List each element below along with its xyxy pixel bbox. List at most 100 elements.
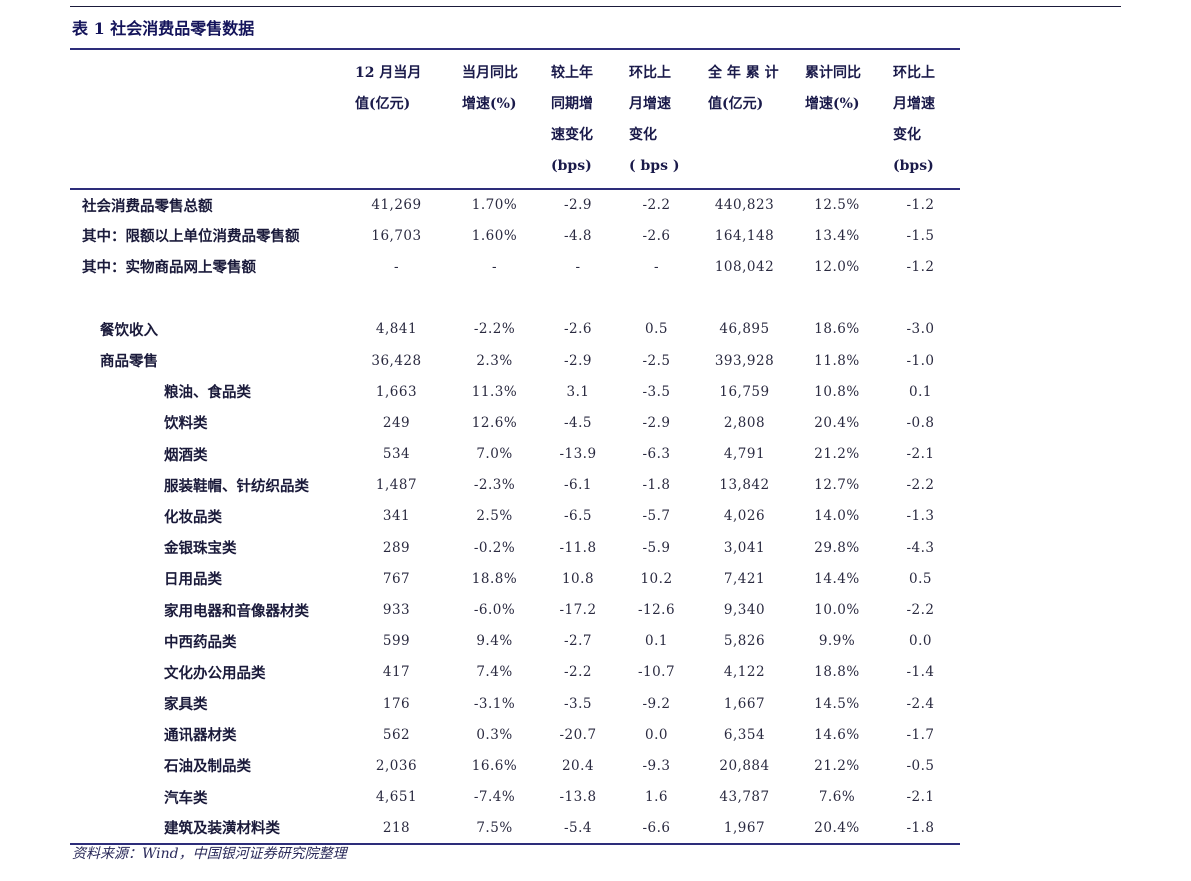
table-cell: -2.5	[642, 352, 671, 369]
table-cell: -1.8	[642, 477, 671, 494]
table-cell: -2.6	[563, 321, 593, 338]
table-cell: -3.1%	[473, 695, 516, 712]
table-cell: 20.4	[561, 757, 595, 774]
table-cell: 1,967	[723, 819, 766, 836]
table-cell: -2.2	[906, 602, 935, 619]
table-cell: 2,808	[723, 414, 766, 431]
table-cell: -	[653, 258, 660, 275]
table-cell: 16.6%	[471, 757, 518, 774]
table-cell: 2.5%	[476, 508, 513, 525]
table-cell: 440,823	[714, 197, 775, 214]
table-cell: -6.5	[563, 508, 593, 525]
table-cell: 29.8%	[814, 539, 860, 556]
table-cell: -12.6	[637, 602, 676, 619]
table-row: 石油及制品类 2,036 16.6% 20.4 -9.3 20,884 21.2% -0.5	[70, 750, 960, 781]
column-header-line: 增速(%)	[462, 96, 517, 112]
table-cell: 4,841	[375, 321, 418, 338]
table-cell: -	[491, 258, 498, 275]
column-header-line: 环比上	[629, 65, 671, 81]
table-cell: 393,928	[714, 352, 775, 369]
column-header-line: (bps)	[551, 158, 592, 174]
table-cell: 599	[382, 633, 411, 650]
table-cell: 4,122	[723, 664, 766, 681]
table-cell: -2.9	[642, 414, 671, 431]
table-row: 其中：实物商品网上零售额 - - - - 108,042 12.0% -1.2	[70, 251, 960, 282]
table-cell: 18.8%	[814, 664, 860, 681]
table-cell: 0.3%	[476, 726, 513, 743]
table-cell: -0.2%	[473, 539, 516, 556]
row-label: 中西药品类	[164, 633, 237, 651]
table-cell: 16,759	[719, 383, 770, 400]
table-cell: 3.1	[566, 383, 590, 400]
table-cell: 341	[382, 508, 411, 525]
table-row: 烟酒类 534 7.0% -13.9 -6.3 4,791 21.2% -2.1	[70, 439, 960, 470]
table-cell: -2.3%	[473, 477, 516, 494]
table-cell: -1.3	[906, 508, 935, 525]
table-cell: 13,842	[719, 477, 770, 494]
table-cell: 7.6%	[818, 789, 856, 806]
column-header-line: 环比上	[893, 65, 935, 81]
column-header: 当月同比 增速(%)	[450, 49, 539, 189]
table-cell: 20.4%	[814, 414, 860, 431]
table-cell: 10.8%	[814, 383, 860, 400]
table-cell: -1.2	[906, 258, 935, 275]
table-row: 家用电器和音像器材类 933 -6.0% -17.2 -12.6 9,340 10.0% -2…	[70, 594, 960, 625]
table-row: 餐饮收入 4,841 -2.2% -2.6 0.5 46,895 18.6% -3.0	[70, 314, 960, 345]
table-cell: 6,354	[723, 726, 766, 743]
table-row: 其中：限额以上单位消费品零售额 16,703 1.60% -4.8 -2.6 164,14…	[70, 220, 960, 251]
table-cell: 0.1	[909, 383, 932, 400]
row-label: 化妆品类	[164, 508, 222, 526]
column-header: 环比上 月增速 变化 (bps)	[881, 49, 960, 189]
table-cell: 0.0	[645, 726, 668, 743]
table-cell: -3.0	[906, 321, 935, 338]
table-cell: 21.2%	[814, 757, 860, 774]
table-cell: -2.2	[642, 197, 671, 214]
table-cell: -2.4	[906, 695, 935, 712]
row-label: 其中：限额以上单位消费品零售额	[82, 228, 300, 246]
table-cell: -9.3	[642, 757, 671, 774]
column-header-line: 变化	[629, 127, 657, 143]
table-cell: 1.60%	[471, 227, 518, 244]
column-header: 累计同比 增速(%)	[793, 49, 881, 189]
table-row: 服装鞋帽、针纺织品类 1,487 -2.3% -6.1 -1.8 13,842 12.7% -…	[70, 470, 960, 501]
table-cell: 20.4%	[814, 819, 860, 836]
table-cell: 10.0%	[814, 602, 860, 619]
column-header-line: 月增速	[893, 96, 935, 112]
table-title: 表 1 社会消费品零售数据	[72, 19, 255, 38]
row-label: 饮料类	[164, 415, 208, 433]
table-cell: 3,041	[723, 539, 766, 556]
table-cell: -2.7	[563, 633, 593, 650]
table-cell: -9.2	[642, 695, 671, 712]
row-label: 石油及制品类	[164, 758, 251, 776]
table-cell: 18.8%	[471, 570, 518, 587]
table-cell: -6.1	[563, 477, 593, 494]
table-cell: 36,428	[371, 352, 422, 369]
table-cell: -11.8	[559, 539, 597, 556]
column-header-line: 同期增	[551, 96, 593, 112]
table-cell: -5.7	[642, 508, 671, 525]
row-label: 服装鞋帽、针纺织品类	[164, 477, 309, 495]
table-cell: -2.2	[563, 664, 593, 681]
table-cell: 933	[382, 602, 411, 619]
table-cell: 2,036	[375, 757, 418, 774]
table-cell: -4.3	[906, 539, 935, 556]
column-header-line: 增速(%)	[805, 96, 860, 112]
column-header-line: ( bps )	[629, 158, 680, 174]
row-label: 其中：实物商品网上零售额	[82, 259, 256, 277]
table-cell: 13.4%	[814, 227, 860, 244]
table-cell: -6.3	[642, 446, 671, 463]
table-cell: 41,269	[371, 197, 422, 214]
table-cell: -2.9	[563, 197, 593, 214]
table-row: 日用品类 767 18.8% 10.8 10.2 7,421 14.4% 0.5	[70, 563, 960, 594]
table-row: 商品零售 36,428 2.3% -2.9 -2.5 393,928 11.8% -1.0	[70, 345, 960, 376]
table-cell: 10.2	[640, 570, 673, 587]
table-cell: 14.5%	[814, 695, 860, 712]
table-cell: 176	[382, 695, 411, 712]
column-header-line: 值(亿元)	[708, 96, 764, 112]
table-cell: 7.4%	[476, 664, 513, 681]
table-row: 家具类 176 -3.1% -3.5 -9.2 1,667 14.5% -2.4	[70, 688, 960, 719]
table-row: 粮油、食品类 1,663 11.3% 3.1 -3.5 16,759 10.8% 0.1	[70, 376, 960, 407]
table-cell: 16,703	[371, 227, 422, 244]
row-label: 建筑及装潢材料类	[164, 820, 280, 838]
table-cell: 7.5%	[476, 819, 513, 836]
